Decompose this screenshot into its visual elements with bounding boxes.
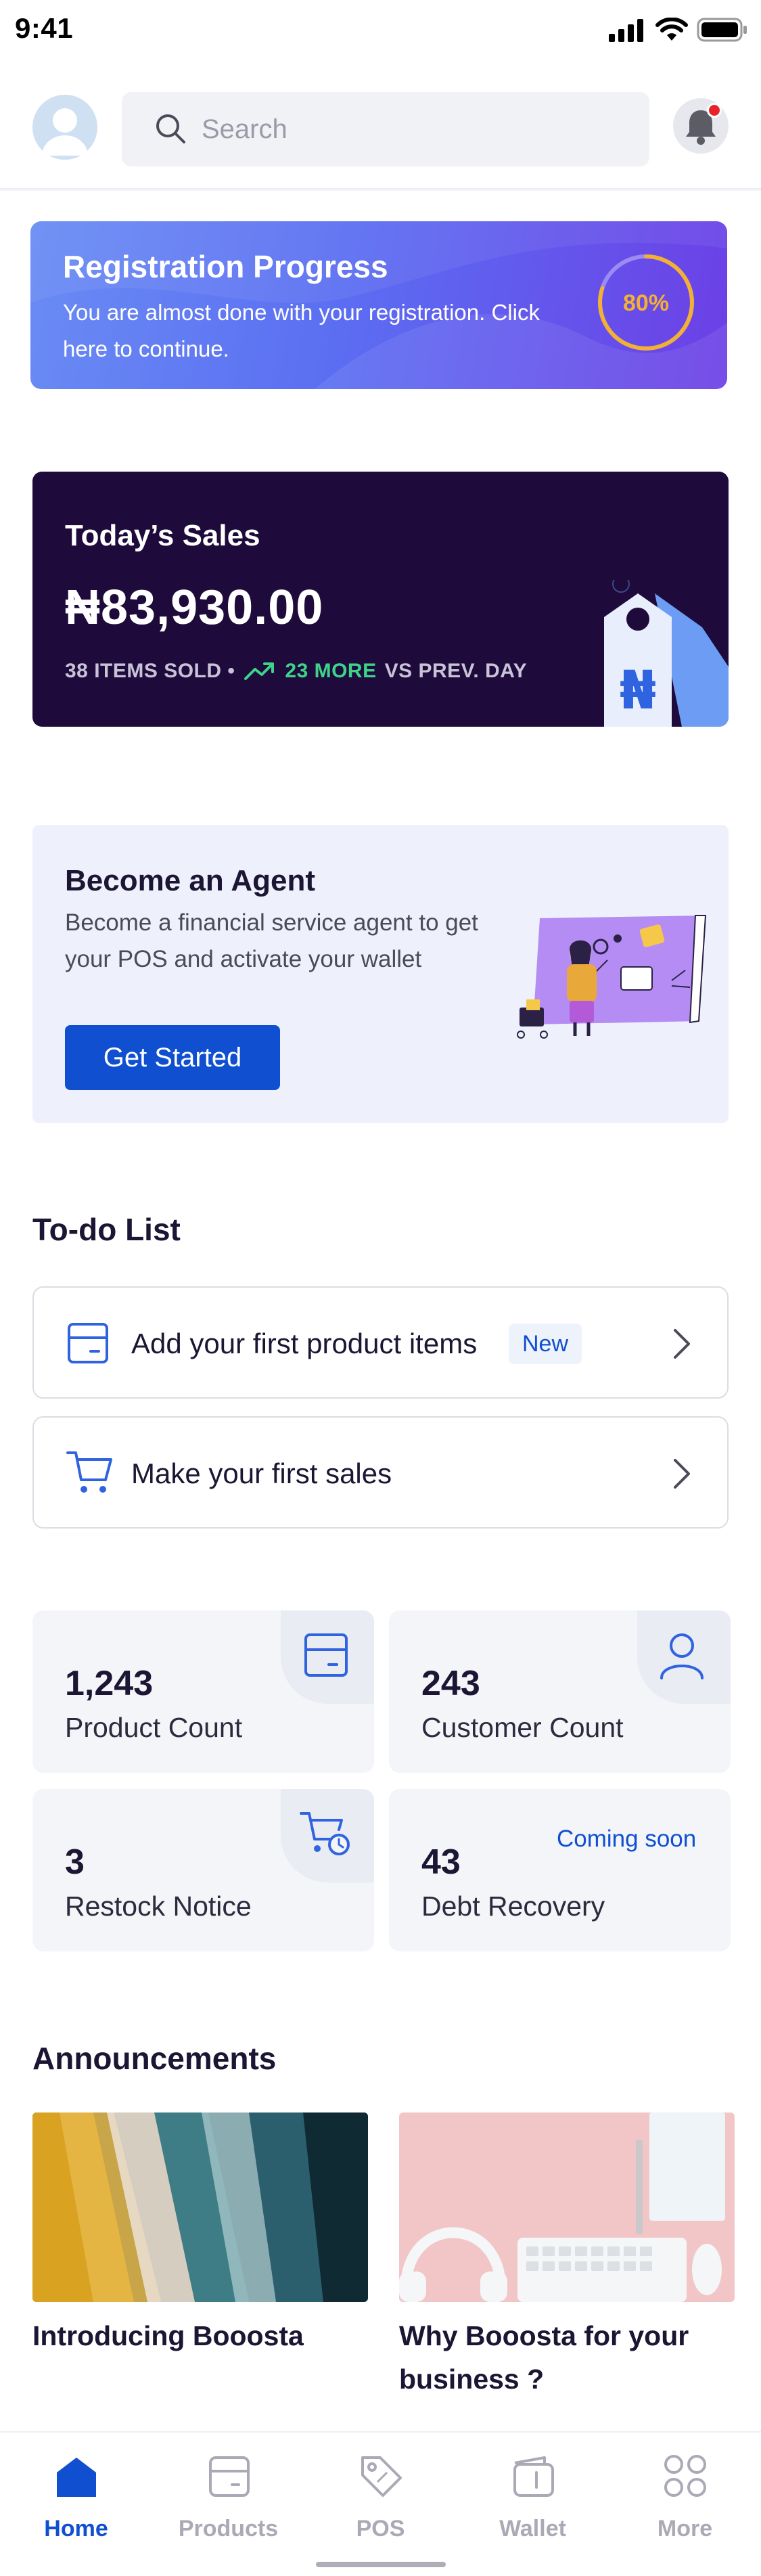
todo-item-add-product[interactable]: Add your first product items New bbox=[32, 1286, 729, 1399]
box-icon bbox=[68, 1323, 108, 1363]
items-sold: 38 ITEMS SOLD • bbox=[65, 660, 235, 682]
stat-value: 3 bbox=[65, 1843, 85, 1882]
avatar[interactable] bbox=[32, 95, 97, 160]
box-icon bbox=[304, 1633, 348, 1677]
announcement-title-2[interactable]: Why Booosta for your business ? bbox=[399, 2314, 731, 2401]
box-icon bbox=[209, 2456, 250, 2497]
registration-progress-card[interactable]: Registration Progress You are almost don… bbox=[30, 221, 727, 389]
home-indicator bbox=[316, 2562, 446, 2567]
sales-comparison: VS PREV. DAY bbox=[384, 660, 528, 682]
tab-more[interactable]: More bbox=[609, 2452, 761, 2541]
agent-subtitle: Become a financial service agent to get … bbox=[65, 909, 478, 972]
status-time: 9:41 bbox=[15, 12, 74, 44]
stat-card-debt-recovery[interactable]: Coming soon 43 Debt Recovery bbox=[389, 1789, 731, 1951]
battery-icon bbox=[697, 18, 747, 42]
trend-up-icon bbox=[244, 662, 275, 680]
get-started-button[interactable]: Get Started bbox=[65, 1025, 280, 1090]
status-bar: 9:41 bbox=[0, 0, 761, 68]
stat-card-product-count[interactable]: 1,243 Product Count bbox=[32, 1610, 374, 1773]
todays-sales-card[interactable]: Today’s Sales ₦83,930.00 38 ITEMS SOLD •… bbox=[32, 472, 729, 727]
progress-ring: 80% bbox=[598, 254, 694, 351]
stat-value: 243 bbox=[421, 1664, 480, 1703]
stat-card-customer-count[interactable]: 243 Customer Count bbox=[389, 1610, 731, 1773]
tab-label: Home bbox=[44, 2516, 108, 2541]
tab-label: Wallet bbox=[499, 2516, 566, 2541]
stat-label: Product Count bbox=[65, 1712, 243, 1743]
tab-pos[interactable]: POS bbox=[304, 2452, 457, 2541]
tab-home[interactable]: Home bbox=[0, 2452, 152, 2541]
announcement-title-1[interactable]: Introducing Booosta bbox=[32, 2314, 371, 2357]
stat-value: 1,243 bbox=[65, 1664, 154, 1703]
announcement-image-1[interactable] bbox=[32, 2112, 368, 2302]
user-icon bbox=[660, 1633, 704, 1679]
todo-label: Make your first sales bbox=[131, 1458, 392, 1489]
stat-card-restock-notice[interactable]: 3 Restock Notice bbox=[32, 1789, 374, 1951]
tab-label: POS bbox=[356, 2516, 405, 2541]
cart-icon bbox=[66, 1451, 112, 1493]
home-icon bbox=[57, 2458, 96, 2497]
registration-title: Registration Progress bbox=[63, 249, 388, 284]
restock-cart-icon bbox=[300, 1812, 350, 1855]
stat-value: 43 bbox=[421, 1843, 461, 1882]
stat-label: Customer Count bbox=[421, 1712, 624, 1743]
grid-icon bbox=[664, 2455, 706, 2497]
naira-symbol: ₦ bbox=[620, 660, 656, 721]
registration-subtitle: You are almost done with your registrati… bbox=[63, 300, 540, 361]
sales-meta: 38 ITEMS SOLD • 23 MORE VS PREV. DAY bbox=[65, 660, 527, 683]
agent-illustration bbox=[517, 915, 707, 1039]
search-input[interactable] bbox=[202, 92, 607, 166]
tab-label: More bbox=[657, 2516, 713, 2541]
notification-dot bbox=[707, 103, 722, 118]
tab-wallet[interactable]: Wallet bbox=[457, 2452, 609, 2541]
tab-products[interactable]: Products bbox=[152, 2452, 304, 2541]
coming-soon-badge: Coming soon bbox=[557, 1826, 697, 1852]
naira-tag-icon: ₦ bbox=[604, 580, 729, 727]
agent-title: Become an Agent bbox=[65, 864, 316, 897]
fabric-photo bbox=[32, 2112, 368, 2302]
todo-label: Add your first product items bbox=[131, 1328, 478, 1359]
sales-title: Today’s Sales bbox=[65, 519, 260, 552]
search-icon bbox=[156, 114, 185, 143]
tab-label: Products bbox=[178, 2516, 279, 2541]
progress-percent: 80% bbox=[623, 290, 669, 316]
announcements-title: Announcements bbox=[32, 2041, 277, 2076]
stat-label: Restock Notice bbox=[65, 1891, 252, 1922]
sales-change: 23 MORE bbox=[285, 660, 377, 682]
todo-item-first-sales[interactable]: Make your first sales bbox=[32, 1416, 729, 1529]
desk-photo bbox=[399, 2112, 735, 2302]
sales-amount: ₦83,930.00 bbox=[65, 581, 324, 635]
user-avatar-icon bbox=[42, 108, 88, 156]
signal-icon bbox=[609, 19, 643, 42]
tag-icon bbox=[361, 2456, 402, 2497]
become-agent-card: Become an Agent Become a financial servi… bbox=[32, 825, 729, 1123]
chevron-right-icon bbox=[674, 1459, 690, 1489]
search-bar[interactable] bbox=[122, 92, 649, 166]
announcement-image-2[interactable] bbox=[399, 2112, 735, 2302]
wallet-icon bbox=[513, 2456, 554, 2497]
wifi-icon bbox=[655, 18, 688, 41]
chevron-right-icon bbox=[674, 1329, 690, 1359]
stat-label: Debt Recovery bbox=[421, 1891, 605, 1922]
todo-title: To-do List bbox=[32, 1212, 181, 1247]
new-badge: New bbox=[509, 1324, 582, 1364]
